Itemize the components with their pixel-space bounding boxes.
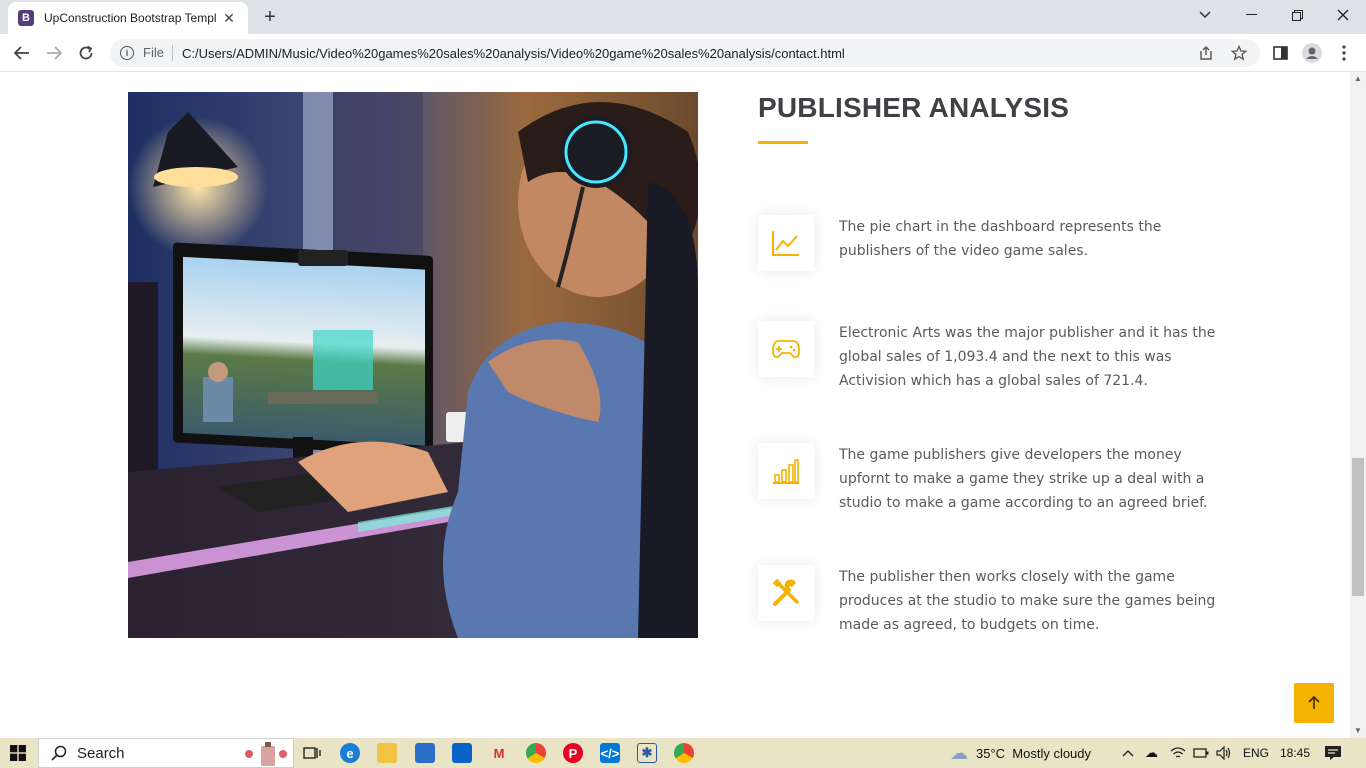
tab-close-icon[interactable]: ✕ <box>220 10 238 27</box>
restore-button[interactable] <box>1274 0 1320 30</box>
battery-icon[interactable] <box>1193 738 1209 768</box>
browser-menu-icon[interactable] <box>1332 42 1356 64</box>
volume-icon[interactable] <box>1216 738 1232 768</box>
line-chart-icon <box>758 215 814 271</box>
wifi-icon[interactable] <box>1170 738 1186 768</box>
section-heading: PUBLISHER ANALYSIS <box>758 92 1070 123</box>
feature-text: The game publishers give developers the … <box>839 447 1208 511</box>
taskbar-search-box[interactable]: Search <box>38 738 294 768</box>
close-window-button[interactable] <box>1320 0 1366 30</box>
url-text[interactable]: C:/Users/ADMIN/Music/Video%20games%20sal… <box>182 46 845 61</box>
minimize-button[interactable] <box>1228 0 1274 30</box>
side-panel-icon[interactable] <box>1268 42 1292 64</box>
clock-time[interactable]: 18:45 <box>1280 738 1310 768</box>
weather-cloud-icon: ☁ <box>950 742 968 763</box>
bootstrap-favicon-icon: B <box>18 10 34 26</box>
scroll-down-arrow-icon[interactable]: ▼ <box>1350 724 1366 738</box>
tab-search-chevron-icon[interactable] <box>1182 0 1228 30</box>
weather-text: 35°C Mostly cloudy <box>976 745 1092 761</box>
microsoft-store-icon[interactable] <box>415 743 435 763</box>
windows-start-icon[interactable] <box>10 745 26 761</box>
feature-text: The publisher then works closely with th… <box>839 569 1216 633</box>
url-omnibox[interactable]: i File C:/Users/ADMIN/Music/Video%20game… <box>110 39 1260 67</box>
mail-icon[interactable] <box>452 743 472 763</box>
taskbar-search-label: Search <box>77 744 125 762</box>
pinterest-icon[interactable]: P <box>563 743 583 763</box>
tab-title: UpConstruction Bootstrap Templ <box>44 11 217 25</box>
heading-accent-bar <box>758 141 808 144</box>
show-hidden-icons-chevron-icon[interactable] <box>1122 738 1134 768</box>
chrome-icon[interactable] <box>526 743 546 763</box>
notifications-icon[interactable] <box>1324 738 1342 768</box>
vscode-icon[interactable]: </> <box>600 743 620 763</box>
file-protocol-label: File <box>143 45 173 61</box>
scroll-to-top-button[interactable] <box>1294 683 1334 723</box>
chrome-active-icon[interactable] <box>674 743 694 763</box>
scrollbar-thumb[interactable] <box>1352 458 1364 596</box>
bookmark-star-icon[interactable] <box>1231 39 1247 67</box>
snipping-tool-icon[interactable]: ✱ <box>637 743 657 763</box>
scroll-up-arrow-icon[interactable]: ▲ <box>1350 72 1366 86</box>
onedrive-cloud-icon[interactable]: ☁ <box>1145 738 1158 768</box>
bar-chart-icon <box>758 443 814 499</box>
search-icon <box>51 745 67 761</box>
language-indicator[interactable]: ENG <box>1243 738 1269 768</box>
gmail-icon[interactable]: M <box>489 743 509 763</box>
tools-icon <box>758 565 814 621</box>
share-icon[interactable] <box>1198 39 1214 67</box>
task-view-icon[interactable] <box>302 743 322 763</box>
site-info-icon[interactable]: i <box>120 46 134 60</box>
feature-text: Electronic Arts was the major publisher … <box>839 325 1216 389</box>
forward-button[interactable] <box>42 42 66 64</box>
new-tab-button[interactable]: + <box>258 6 282 28</box>
profile-avatar-icon[interactable] <box>1300 42 1324 64</box>
file-explorer-icon[interactable] <box>377 743 397 763</box>
windows-taskbar: Search e M P </> ✱ ☁ 35°C Mostly cloudy … <box>0 738 1366 768</box>
search-highlight-illustration-icon <box>245 742 287 766</box>
feature-text: The pie chart in the dashboard represent… <box>839 219 1162 259</box>
back-button[interactable] <box>10 42 34 64</box>
weather-widget[interactable]: ☁ 35°C Mostly cloudy <box>950 738 1091 768</box>
edge-browser-icon[interactable]: e <box>340 743 360 763</box>
gamer-illustration-image <box>128 92 698 638</box>
page-scrollbar[interactable]: ▲ ▼ <box>1350 72 1366 738</box>
browser-tab[interactable]: B UpConstruction Bootstrap Templ ✕ <box>8 2 248 34</box>
reload-button[interactable] <box>74 42 98 64</box>
gamepad-icon <box>758 321 814 377</box>
page-content: PUBLISHER ANALYSIS The pie chart in the … <box>0 72 1350 738</box>
browser-address-bar: i File C:/Users/ADMIN/Music/Video%20game… <box>0 34 1366 72</box>
browser-tab-bar: B UpConstruction Bootstrap Templ ✕ + <box>0 0 1366 34</box>
